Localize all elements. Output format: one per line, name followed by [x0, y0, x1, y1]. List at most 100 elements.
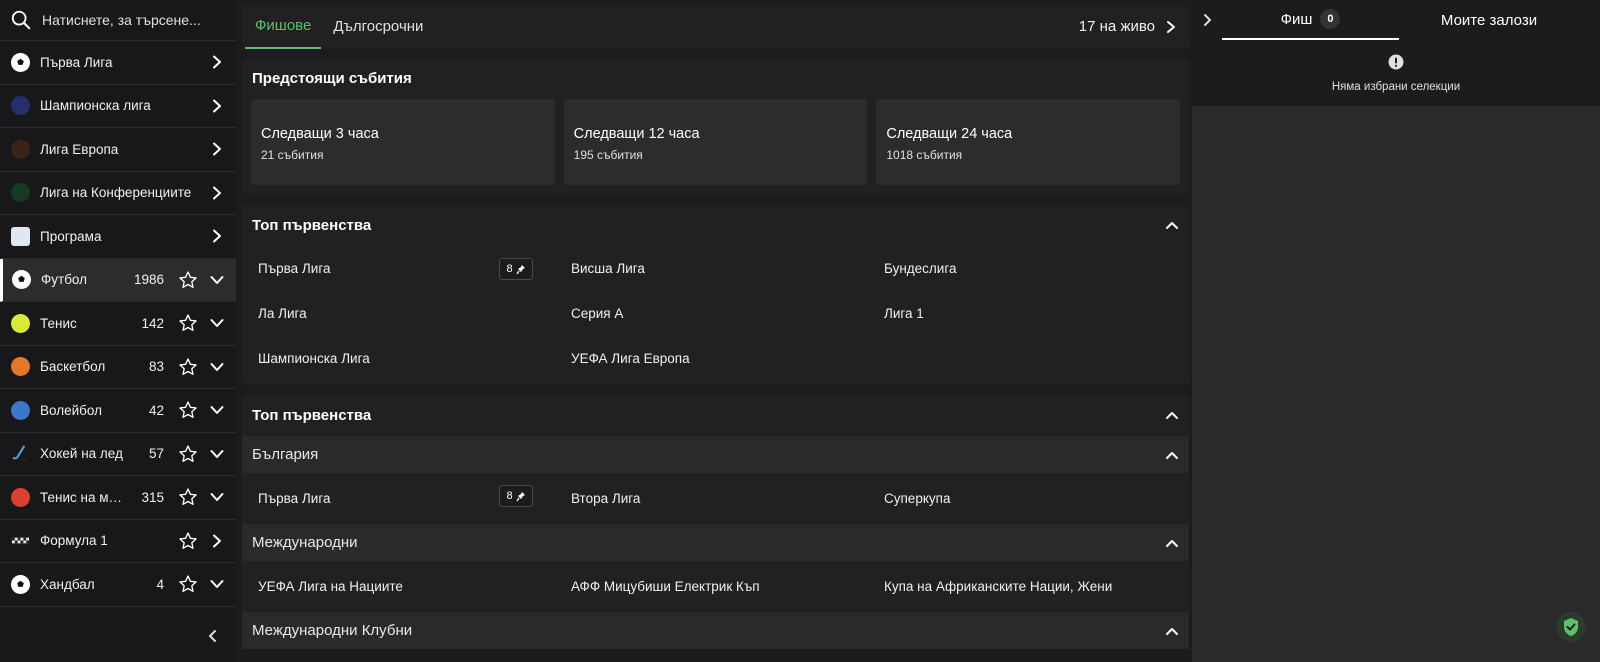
country-name: Международни Клубни: [252, 622, 413, 639]
league-link[interactable]: Шампионска Лига: [242, 336, 555, 381]
tab-fishove[interactable]: Фишове: [245, 4, 322, 49]
sidebar-item-label: Лига на Конференциите: [40, 185, 192, 201]
league-link[interactable]: Ла Лига: [242, 291, 555, 336]
league-link[interactable]: Серия А: [555, 291, 868, 336]
security-shield-button[interactable]: [1556, 612, 1586, 642]
chevron-up-icon: [1166, 539, 1178, 547]
chevron-down-icon[interactable]: [210, 273, 224, 287]
sidebar-item-label: Шампионска лига: [40, 98, 151, 114]
league-name: Суперкупа: [884, 491, 951, 506]
star-icon[interactable]: [178, 270, 198, 290]
chevron-right-icon: [213, 229, 221, 243]
sidebar-item-6[interactable]: Тенис 142: [0, 302, 236, 346]
chevron-right-icon: [213, 55, 221, 69]
sidebar-item-7[interactable]: Баскетбол 83: [0, 346, 236, 389]
live-events-link[interactable]: 17 на живо: [1079, 4, 1177, 49]
league-link[interactable]: Първа Лига 8: [242, 473, 555, 524]
star-icon[interactable]: [178, 357, 198, 377]
chevron-down-icon[interactable]: [210, 490, 224, 504]
league-link[interactable]: Втора Лига: [555, 473, 868, 524]
empty-betslip-message: Няма избрани селекции: [1331, 81, 1461, 93]
league-link[interactable]: АФФ Мицубиши Електрик Къп: [555, 561, 868, 612]
upcoming-card-12h[interactable]: Следващи 12 часа 195 събития: [563, 99, 868, 185]
star-icon[interactable]: [178, 313, 198, 333]
league-link[interactable]: Суперкупа: [868, 473, 1181, 524]
chevron-down-icon[interactable]: [210, 577, 224, 591]
country-group-header[interactable]: България: [242, 436, 1189, 473]
betslip-count-badge: 0: [1320, 9, 1341, 29]
live-count-badge[interactable]: 8: [499, 485, 533, 507]
chevron-down-icon[interactable]: [210, 316, 224, 330]
sidebar-item-1[interactable]: Шампионска лига: [0, 85, 236, 128]
sidebar-item-label: Тенис: [40, 315, 77, 331]
top-leagues-panel: Топ първенства Първа Лига 8 Висша Лига Бунд…: [242, 204, 1189, 385]
league-link[interactable]: Първа Лига 8: [242, 246, 555, 291]
star-icon[interactable]: [178, 487, 198, 507]
country-name: България: [252, 446, 319, 463]
league-name: Първа Лига: [258, 261, 331, 276]
chevron-down-icon[interactable]: [210, 360, 224, 374]
sidebar-item-8[interactable]: Волейбол 42: [0, 389, 236, 433]
country-group-header[interactable]: Международни: [242, 524, 1189, 561]
betslip-tabs: Фиш 0 Моите залози: [1192, 0, 1600, 40]
country-groups: България Първа Лига 8 Втора Лига Суперкупа Ме…: [242, 436, 1189, 649]
card-sub: 195 събития: [573, 148, 643, 162]
league-link[interactable]: Лига 1: [868, 291, 1181, 336]
main-tabs: Фишове Дългосрочни 17 на живо: [242, 4, 1189, 49]
betslip-panel: Фиш 0 Моите залози Няма избрани селекции: [1192, 0, 1600, 662]
card-sub: 21 събития: [261, 148, 324, 162]
card-title: Следващи 3 часа: [261, 126, 379, 142]
collapse-sidebar-button[interactable]: [0, 622, 236, 650]
betslip-collapse-button[interactable]: [1192, 13, 1222, 27]
sidebar-item-label: Хокей на лед: [40, 446, 123, 462]
upcoming-card-24h[interactable]: Следващи 24 часа 1018 събития: [876, 99, 1181, 185]
chevron-down-icon[interactable]: [210, 447, 224, 461]
sidebar-item-2[interactable]: Лига Европа: [0, 128, 236, 172]
star-icon[interactable]: [178, 574, 198, 594]
tab-betslip[interactable]: Фиш 0: [1222, 0, 1399, 40]
league-name: Втора Лига: [571, 491, 641, 506]
sidebar-item-count: 1986: [133, 272, 164, 288]
search-icon: [11, 10, 31, 30]
league-link[interactable]: УЕФА Лига Европа: [555, 336, 868, 381]
upcoming-card-3h[interactable]: Следващи 3 часа 21 събития: [251, 99, 555, 185]
star-icon[interactable]: [178, 400, 198, 420]
tab-betslip-label: Фиш: [1280, 10, 1313, 28]
sidebar-item-0[interactable]: Първа Лига: [0, 41, 236, 85]
section-title: Топ първенства: [252, 216, 372, 234]
country-group-header[interactable]: Международни Клубни: [242, 612, 1189, 649]
top-leagues-header[interactable]: Топ първенства: [242, 204, 1189, 246]
sidebar-item-count: 42: [148, 402, 164, 418]
sidebar-item-12[interactable]: Хандбал 4: [0, 563, 236, 607]
chevron-left-icon: [209, 630, 216, 642]
sidebar-item-label: Волейбол: [40, 402, 102, 418]
league-link[interactable]: Висша Лига: [555, 246, 868, 291]
pin-icon: [516, 491, 525, 501]
tab-my-bets[interactable]: Моите залози: [1399, 0, 1579, 40]
chevron-down-icon[interactable]: [210, 403, 224, 417]
sidebar-item-count: 142: [141, 315, 164, 331]
sidebar-item-11[interactable]: Формула 1: [0, 520, 236, 563]
top-leagues-header-2[interactable]: Топ първенства: [242, 394, 1189, 436]
conference-cup-icon: [11, 183, 30, 203]
tab-dalgosrochni[interactable]: Дългосрочни: [323, 4, 433, 49]
cup-icon: [11, 139, 30, 159]
star-icon[interactable]: [178, 444, 198, 464]
league-link[interactable]: Бундеслига: [868, 246, 1181, 291]
sidebar-item-9[interactable]: Хокей на лед 57: [0, 433, 236, 476]
sidebar-item-5[interactable]: Футбол 1986: [0, 258, 236, 302]
league-name: Висша Лига: [571, 261, 645, 276]
sidebar-item-4[interactable]: Програма: [0, 215, 236, 259]
sidebar-item-3[interactable]: Лига на Конференциите: [0, 172, 236, 215]
search-bar[interactable]: Натиснете, за търсене...: [0, 0, 236, 41]
ping-pong-icon: [11, 487, 30, 507]
info-alert-icon: [1388, 54, 1404, 70]
league-link: [868, 336, 1181, 381]
pin-icon: [516, 264, 525, 274]
chevron-right-icon: [213, 534, 221, 548]
league-link[interactable]: Купа на Африканските Нации, Жени: [868, 561, 1181, 612]
star-icon[interactable]: [178, 531, 198, 551]
league-link[interactable]: УЕФА Лига на Нациите: [242, 561, 555, 612]
live-count-badge[interactable]: 8: [499, 258, 533, 280]
sidebar-item-10[interactable]: Тенис на маса 315: [0, 476, 236, 520]
